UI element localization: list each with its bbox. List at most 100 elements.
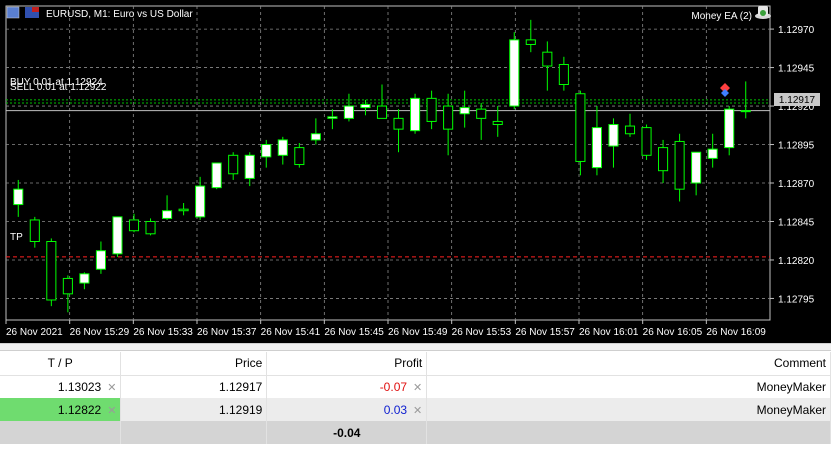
- candle: [112, 216, 123, 257]
- price-tick-label: 1.12795: [778, 294, 815, 305]
- column-header-tp[interactable]: T / P: [0, 352, 122, 376]
- candle: [707, 133, 718, 168]
- candle-body: [740, 110, 751, 113]
- candle-body: [459, 107, 470, 115]
- column-header-comment[interactable]: Comment: [426, 352, 831, 376]
- profit-value: 0.03: [383, 402, 408, 417]
- chart-canvas[interactable]: 1.129701.129451.129201.128951.128701.128…: [0, 0, 831, 343]
- price-tick-label: 1.12970: [778, 25, 815, 36]
- total-empty-cell: [426, 421, 831, 444]
- candle: [294, 142, 305, 168]
- chart-grid: [5, 5, 771, 321]
- time-tick-label: 26 Nov 15:53: [452, 327, 512, 338]
- candle: [426, 90, 437, 130]
- flag-icon-stripe: [32, 7, 39, 12]
- time-tick-label: 26 Nov 15:33: [133, 327, 193, 338]
- candle-body: [575, 93, 586, 162]
- profit-cell: -0.07 ✕: [266, 375, 428, 398]
- candle-body: [426, 97, 437, 122]
- candle: [62, 275, 73, 313]
- candle: [211, 162, 222, 190]
- candle-body: [343, 105, 354, 119]
- candle-body: [195, 185, 206, 218]
- total-row: -0.04: [0, 421, 831, 444]
- candle: [310, 118, 321, 145]
- candle: [128, 213, 140, 233]
- close-order-icon[interactable]: ✕: [413, 405, 422, 417]
- candle: [558, 56, 569, 91]
- column-header-price[interactable]: Price: [120, 352, 268, 376]
- candle-body: [492, 120, 503, 126]
- time-tick-label: 26 Nov 15:41: [261, 327, 321, 338]
- candle-body: [13, 188, 24, 206]
- candle-body: [443, 105, 454, 130]
- tp-cell[interactable]: 1.13023 ✕: [0, 375, 122, 398]
- candle: [79, 272, 90, 290]
- candle-body: [476, 108, 487, 119]
- tp-cell[interactable]: 1.12822 ✕: [0, 398, 122, 421]
- candle: [658, 139, 669, 184]
- candle-body: [410, 97, 421, 132]
- time-tick-label: 26 Nov 2021: [6, 327, 63, 338]
- candle: [145, 218, 156, 236]
- candle-body: [79, 273, 90, 284]
- sell-order-label: SELL 0.01 at 1.12922: [10, 82, 107, 93]
- total-empty-cell: [120, 421, 268, 444]
- candle-body: [112, 216, 123, 255]
- candle-body: [608, 124, 619, 147]
- remove-tp-icon[interactable]: ✕: [107, 405, 116, 417]
- candle-body: [658, 147, 669, 172]
- candle-body: [509, 39, 520, 107]
- candle: [343, 93, 354, 122]
- chart-header: EURUSD, M1: Euro vs US Dollar Money EA (…: [6, 6, 771, 22]
- time-tick-label: 26 Nov 16:01: [579, 327, 639, 338]
- ea-label[interactable]: Money EA (2): [691, 11, 752, 22]
- candle-body: [591, 127, 602, 169]
- total-profit: -0.04: [266, 421, 428, 444]
- price-cell: 1.12919: [120, 398, 268, 421]
- candle: [195, 176, 206, 220]
- time-tick-label: 26 Nov 16:09: [706, 327, 766, 338]
- candle-body: [294, 147, 305, 166]
- close-order-icon[interactable]: ✕: [413, 382, 422, 394]
- price-tick-label: 1.12820: [778, 256, 815, 267]
- candle: [525, 19, 536, 53]
- candle-body: [558, 63, 569, 85]
- price-tick-label: 1.12845: [778, 217, 815, 228]
- table-row[interactable]: 1.13023 ✕ 1.12917 -0.07 ✕ MoneyMaker: [0, 375, 831, 398]
- candle: [376, 84, 388, 119]
- time-tick-label: 26 Nov 15:49: [388, 327, 448, 338]
- price-chart[interactable]: 1.12970 1.12945 1.12920 1.12895 1.12870 1.128…: [0, 0, 831, 343]
- price-tick-label: 1.12945: [778, 64, 815, 75]
- candle-body: [724, 108, 735, 149]
- price-tick-label: 1.12895: [778, 141, 815, 152]
- panel-splitter[interactable]: [0, 343, 831, 351]
- candle-body: [62, 277, 73, 295]
- candle: [244, 152, 255, 187]
- candle-body: [691, 151, 702, 184]
- candle: [277, 136, 288, 165]
- table-row[interactable]: 1.12822 ✕ 1.12919 0.03 ✕ MoneyMaker: [0, 398, 831, 421]
- candlestick-series: [13, 19, 751, 313]
- candle: [591, 106, 602, 176]
- candle-body: [393, 117, 404, 130]
- candle-body: [525, 39, 536, 45]
- candle-body: [178, 208, 189, 212]
- candle: [178, 203, 189, 216]
- candle-body: [674, 140, 685, 190]
- tp-value: 1.12822: [57, 402, 102, 417]
- candle: [261, 139, 272, 168]
- candle-body: [376, 105, 388, 119]
- column-header-profit[interactable]: Profit: [266, 352, 428, 376]
- candle: [575, 90, 586, 176]
- tp-label: TP: [10, 232, 23, 243]
- candle-body: [624, 125, 636, 135]
- candle-body: [261, 144, 272, 158]
- candle-body: [228, 154, 239, 175]
- total-empty-cell: [0, 421, 122, 444]
- remove-tp-icon[interactable]: ✕: [107, 382, 116, 394]
- trade-table: T / P Price Profit Comment 1.13023 ✕ 1.12…: [0, 352, 831, 444]
- candle: [393, 109, 404, 153]
- profit-value: -0.07: [379, 379, 408, 394]
- candle: [228, 152, 239, 180]
